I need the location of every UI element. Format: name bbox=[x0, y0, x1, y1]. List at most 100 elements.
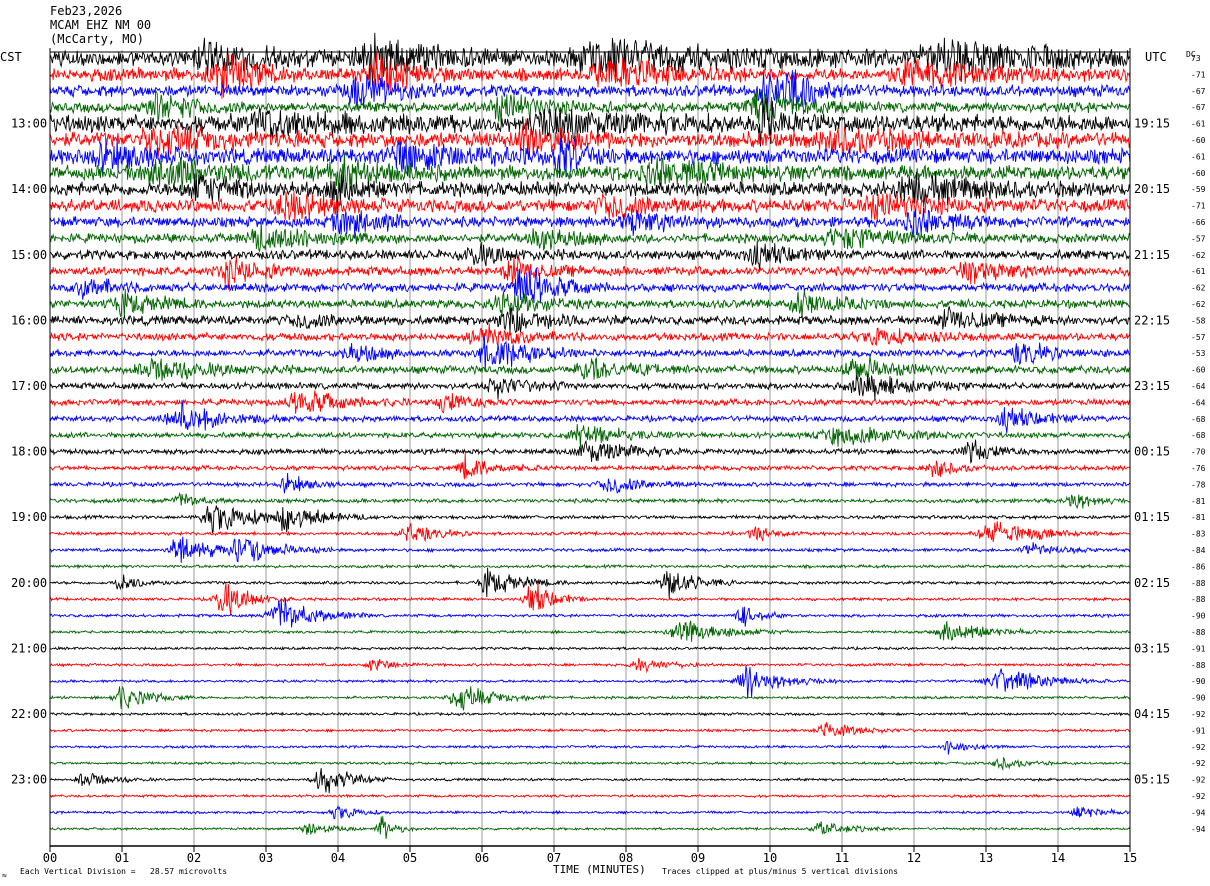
left-hour-label: 18:00 bbox=[11, 445, 47, 459]
trace-line-row-26 bbox=[49, 472, 1131, 494]
trace-line-row-46 bbox=[49, 805, 1131, 820]
trace-line-row-35 bbox=[49, 620, 1131, 642]
right-timezone-label: UTC bbox=[1145, 50, 1167, 64]
left-hour-label: 22:00 bbox=[11, 707, 47, 721]
dc-offset-label: -71 bbox=[1191, 202, 1206, 211]
dc-offset-label: -68 bbox=[1191, 415, 1206, 424]
trace-line-row-31 bbox=[49, 563, 1131, 570]
dc-offset-label: -91 bbox=[1191, 644, 1206, 653]
dc-offset-label: -57 bbox=[1191, 234, 1206, 243]
right-hour-label: 02:15 bbox=[1134, 576, 1170, 590]
dc-offset-label: -90 bbox=[1191, 677, 1206, 686]
trace-line-row-17 bbox=[49, 323, 1131, 348]
right-hour-label: 20:15 bbox=[1134, 182, 1170, 196]
dc-offset-label: -92 bbox=[1191, 776, 1206, 785]
right-hour-label: 22:15 bbox=[1134, 313, 1170, 327]
trace-line-row-41 bbox=[49, 721, 1131, 737]
trace-line-row-32 bbox=[49, 567, 1131, 599]
dc-offset-label: -71 bbox=[1191, 70, 1206, 79]
right-hour-label: 05:15 bbox=[1134, 773, 1170, 787]
dc-offset-label: -90 bbox=[1191, 694, 1206, 703]
trace-line-row-40 bbox=[49, 711, 1131, 717]
left-hour-label: 13:00 bbox=[11, 117, 47, 131]
dc-offset-label: -66 bbox=[1191, 218, 1206, 227]
dc-offset-label: -92 bbox=[1191, 792, 1206, 801]
trace-line-row-30 bbox=[49, 536, 1131, 564]
left-hour-label: 16:00 bbox=[11, 313, 47, 327]
left-hour-label: 21:00 bbox=[11, 641, 47, 655]
dc-offset-label: -92 bbox=[1191, 710, 1206, 719]
x-tick-label: 02 bbox=[187, 851, 201, 865]
right-hour-label: 03:15 bbox=[1134, 641, 1170, 655]
dc-offset-label: -59 bbox=[1191, 185, 1206, 194]
trace-line-row-27 bbox=[49, 491, 1131, 509]
right-hour-label: 21:15 bbox=[1134, 248, 1170, 262]
trace-line-row-22 bbox=[49, 399, 1131, 434]
dc-offset-label: -88 bbox=[1191, 628, 1206, 637]
x-tick-label: 05 bbox=[403, 851, 417, 865]
dc-offset-label: -60 bbox=[1191, 366, 1206, 375]
dc-offset-label: -81 bbox=[1191, 513, 1206, 522]
left-hour-label: 14:00 bbox=[11, 182, 47, 196]
dc-offset-label: -67 bbox=[1191, 103, 1206, 112]
corner-mark: ≈ bbox=[2, 871, 7, 880]
x-tick-label: 03 bbox=[259, 851, 273, 865]
dc-offset-label: -84 bbox=[1191, 546, 1206, 555]
dc-offset-label: -92 bbox=[1191, 743, 1206, 752]
dc-offset-label: -62 bbox=[1191, 251, 1206, 260]
dc-offset-label: -64 bbox=[1191, 398, 1206, 407]
trace-line-row-12 bbox=[49, 241, 1130, 271]
dc-offset-label: 73 bbox=[1191, 54, 1201, 63]
trace-line-row-44 bbox=[49, 767, 1131, 794]
right-hour-label: 00:15 bbox=[1134, 445, 1170, 459]
trace-line-row-37 bbox=[49, 657, 1131, 674]
right-hour-label: 01:15 bbox=[1134, 510, 1170, 524]
dc-offset-label: -58 bbox=[1191, 316, 1206, 325]
dc-offset-label: -88 bbox=[1191, 595, 1206, 604]
dc-offset-label: -53 bbox=[1191, 349, 1206, 358]
trace-line-row-36 bbox=[49, 645, 1131, 651]
dc-offset-label: -91 bbox=[1191, 726, 1206, 735]
dc-offset-label: -60 bbox=[1191, 136, 1206, 145]
right-hour-label: 04:15 bbox=[1134, 707, 1170, 721]
trace-line-row-39 bbox=[49, 686, 1131, 711]
dc-offset-label: -67 bbox=[1191, 87, 1206, 96]
dc-offset-label: -61 bbox=[1191, 267, 1206, 276]
dc-offset-label: -62 bbox=[1191, 300, 1206, 309]
x-tick-label: 10 bbox=[763, 851, 777, 865]
dc-offset-label: -78 bbox=[1191, 480, 1206, 489]
dc-offset-label: -61 bbox=[1191, 120, 1206, 129]
dc-offset-label: -88 bbox=[1191, 579, 1206, 588]
dc-offset-label: -62 bbox=[1191, 284, 1206, 293]
x-tick-label: 09 bbox=[691, 851, 705, 865]
dc-offset-label: -70 bbox=[1191, 448, 1206, 457]
x-tick-label: 14 bbox=[1051, 851, 1065, 865]
x-tick-label: 04 bbox=[331, 851, 345, 865]
left-hour-label: 20:00 bbox=[11, 576, 47, 590]
dc-offset-label: -64 bbox=[1191, 382, 1206, 391]
dc-offset-label: -92 bbox=[1191, 759, 1206, 768]
trace-line-row-15 bbox=[49, 288, 1131, 319]
trace-line-row-43 bbox=[49, 756, 1130, 771]
left-hour-label: 23:00 bbox=[11, 773, 47, 787]
x-tick-label: 01 bbox=[115, 851, 129, 865]
trace-line-row-24 bbox=[49, 439, 1131, 464]
dc-offset-label: -61 bbox=[1191, 152, 1206, 161]
x-tick-label: 06 bbox=[475, 851, 489, 865]
right-hour-label: 19:15 bbox=[1134, 117, 1170, 131]
trace-line-row-47 bbox=[49, 816, 1131, 839]
trace-line-row-33 bbox=[49, 582, 1131, 615]
trace-line-row-34 bbox=[49, 598, 1131, 628]
dc-offset-label: -60 bbox=[1191, 169, 1206, 178]
trace-line-row-21 bbox=[49, 390, 1131, 414]
trace-line-row-11 bbox=[49, 221, 1131, 252]
trace-line-row-42 bbox=[49, 740, 1131, 755]
right-hour-label: 23:15 bbox=[1134, 379, 1170, 393]
x-tick-label: 15 bbox=[1123, 851, 1137, 865]
scale-note: Each Vertical Division = 28.57 microvolt… bbox=[20, 867, 228, 876]
trace-line-row-20 bbox=[49, 373, 1131, 400]
trace-line-row-38 bbox=[49, 665, 1131, 699]
dc-offset-label: -88 bbox=[1191, 661, 1206, 670]
trace-line-row-19 bbox=[49, 356, 1131, 381]
trace-line-row-25 bbox=[49, 453, 1131, 480]
